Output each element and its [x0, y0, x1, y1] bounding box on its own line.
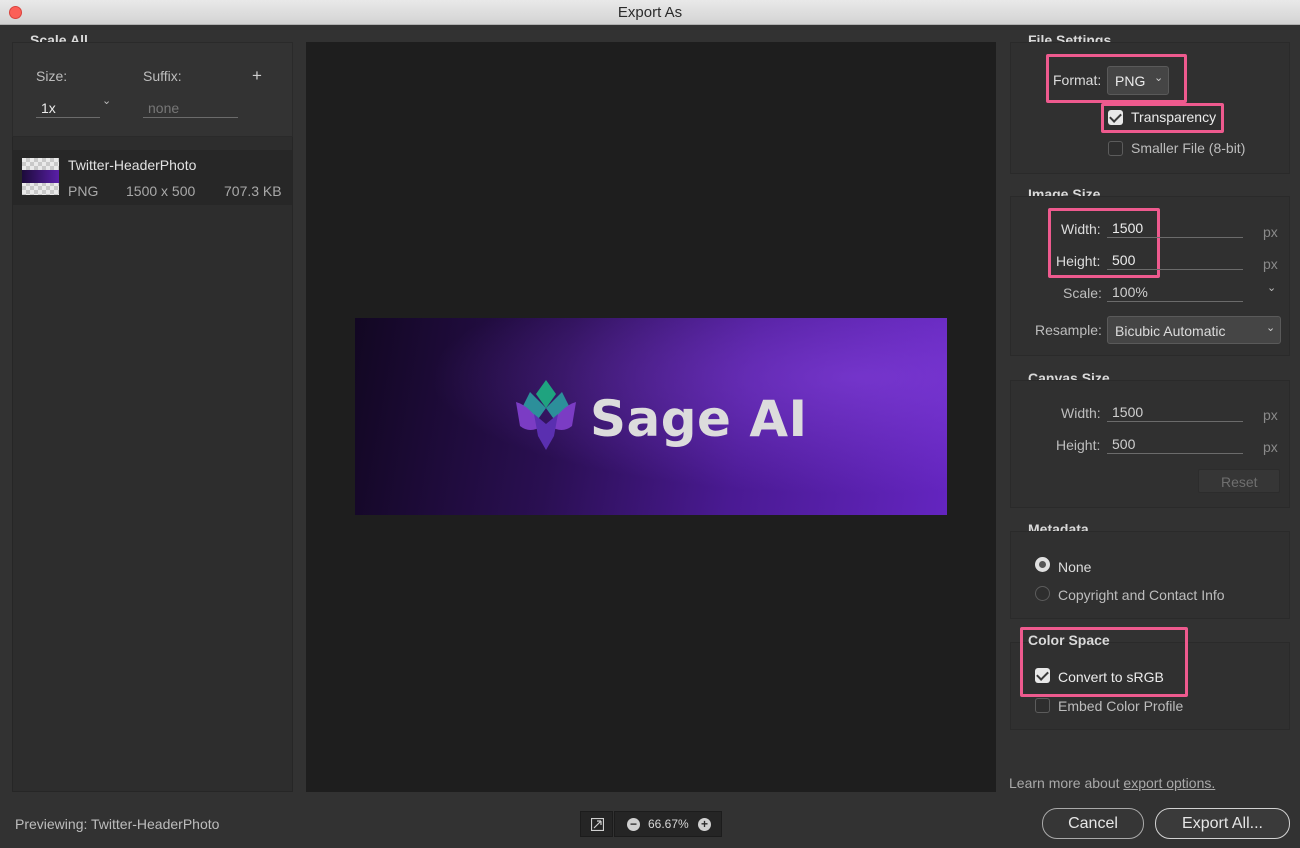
size-value: 1x [41, 100, 56, 116]
metadata-none-radio[interactable] [1035, 557, 1050, 572]
metadata-none-label: None [1058, 559, 1092, 575]
suffix-placeholder: none [148, 100, 180, 116]
color-space-title: Color Space [1028, 632, 1110, 648]
smaller-file-checkbox[interactable] [1108, 141, 1123, 156]
asset-dimensions: 1500 x 500 [126, 183, 196, 199]
metadata-copyright-label: Copyright and Contact Info [1058, 587, 1225, 603]
suffix-label: Suffix: [143, 68, 182, 84]
image-width-value: 1500 [1112, 220, 1144, 236]
image-height-label: Height: [1056, 253, 1101, 269]
format-select[interactable]: PNG ⌄ [1107, 66, 1169, 95]
previewing-status: Previewing: Twitter-HeaderPhoto [15, 816, 219, 832]
suffix-input[interactable]: none [143, 98, 238, 118]
export-all-button[interactable]: Export All... [1155, 808, 1290, 839]
zoom-level: 66.67% [648, 817, 689, 831]
fit-preview-button[interactable] [580, 811, 613, 837]
resample-select[interactable]: Bicubic Automatic ⌄ [1107, 316, 1281, 344]
size-chevron-down-icon: ⌄ [102, 95, 112, 107]
close-window-button[interactable] [9, 6, 22, 19]
zoom-in-icon[interactable]: + [698, 818, 711, 831]
reset-button-label: Reset [1221, 474, 1258, 490]
zoom-out-icon[interactable]: − [627, 818, 640, 831]
scale-input[interactable]: 100% [1107, 284, 1243, 302]
image-height-value: 500 [1112, 252, 1136, 268]
previewing-label: Previewing: [15, 816, 88, 832]
asset-format: PNG [68, 183, 99, 199]
asset-filesize: 707.3 KB [224, 183, 282, 199]
canvas-width-unit: px [1263, 407, 1278, 423]
canvas-height-unit: px [1263, 439, 1278, 455]
canvas-width-value: 1500 [1112, 404, 1144, 420]
window-titlebar: Export As [0, 0, 1300, 25]
scale-all-panel [12, 42, 293, 137]
scale-value: 100% [1112, 284, 1148, 300]
embed-color-profile-checkbox[interactable] [1035, 698, 1050, 713]
sage-lotus-logo-icon [516, 380, 576, 450]
image-width-label: Width: [1061, 221, 1101, 237]
asset-thumbnail-image [22, 170, 59, 183]
image-width-unit: px [1263, 224, 1278, 240]
transparency-checkbox[interactable] [1108, 110, 1123, 125]
convert-srgb-label: Convert to sRGB [1058, 669, 1164, 685]
format-label: Format: [1053, 72, 1102, 88]
window-title: Export As [617, 4, 683, 21]
resample-value: Bicubic Automatic [1115, 323, 1226, 339]
reset-button[interactable]: Reset [1198, 469, 1280, 493]
export-options-link[interactable]: export options. [1123, 775, 1215, 791]
canvas-width-input[interactable]: 1500 [1107, 404, 1243, 422]
canvas-width-label: Width: [1061, 405, 1101, 421]
scale-chevron-down-icon[interactable]: ⌄ [1267, 281, 1276, 294]
embed-color-profile-label: Embed Color Profile [1058, 698, 1184, 714]
asset-name: Twitter-HeaderPhoto [68, 157, 197, 173]
format-value: PNG [1115, 73, 1146, 89]
learn-more-text: Learn more about export options. [1009, 775, 1215, 791]
zoom-control: − 66.67% + [614, 811, 722, 837]
metadata-copyright-radio[interactable] [1035, 586, 1050, 601]
resample-label: Resample: [1035, 322, 1102, 338]
preview-banner-text: Sage AI [590, 390, 808, 448]
smaller-file-label: Smaller File (8-bit) [1131, 140, 1246, 156]
canvas-height-value: 500 [1112, 436, 1136, 452]
size-select[interactable]: 1x [36, 98, 100, 118]
scale-label: Scale: [1063, 285, 1102, 301]
resample-chevron-down-icon: ⌄ [1266, 322, 1276, 334]
image-height-unit: px [1263, 256, 1278, 272]
transparency-label: Transparency [1131, 109, 1217, 125]
canvas-height-label: Height: [1056, 437, 1101, 453]
metadata-panel [1010, 531, 1290, 619]
fit-view-icon [591, 818, 604, 831]
size-label: Size: [36, 68, 68, 84]
learn-more-prefix: Learn more about [1009, 775, 1120, 791]
canvas-height-input[interactable]: 500 [1107, 436, 1243, 454]
convert-srgb-checkbox[interactable] [1035, 668, 1050, 683]
previewing-name: Twitter-HeaderPhoto [91, 816, 220, 832]
image-width-input[interactable]: 1500 [1107, 220, 1243, 238]
format-chevron-down-icon: ⌄ [1154, 72, 1164, 84]
cancel-button[interactable]: Cancel [1042, 808, 1144, 839]
image-height-input[interactable]: 500 [1107, 252, 1243, 270]
add-scale-button[interactable]: + [252, 66, 262, 86]
